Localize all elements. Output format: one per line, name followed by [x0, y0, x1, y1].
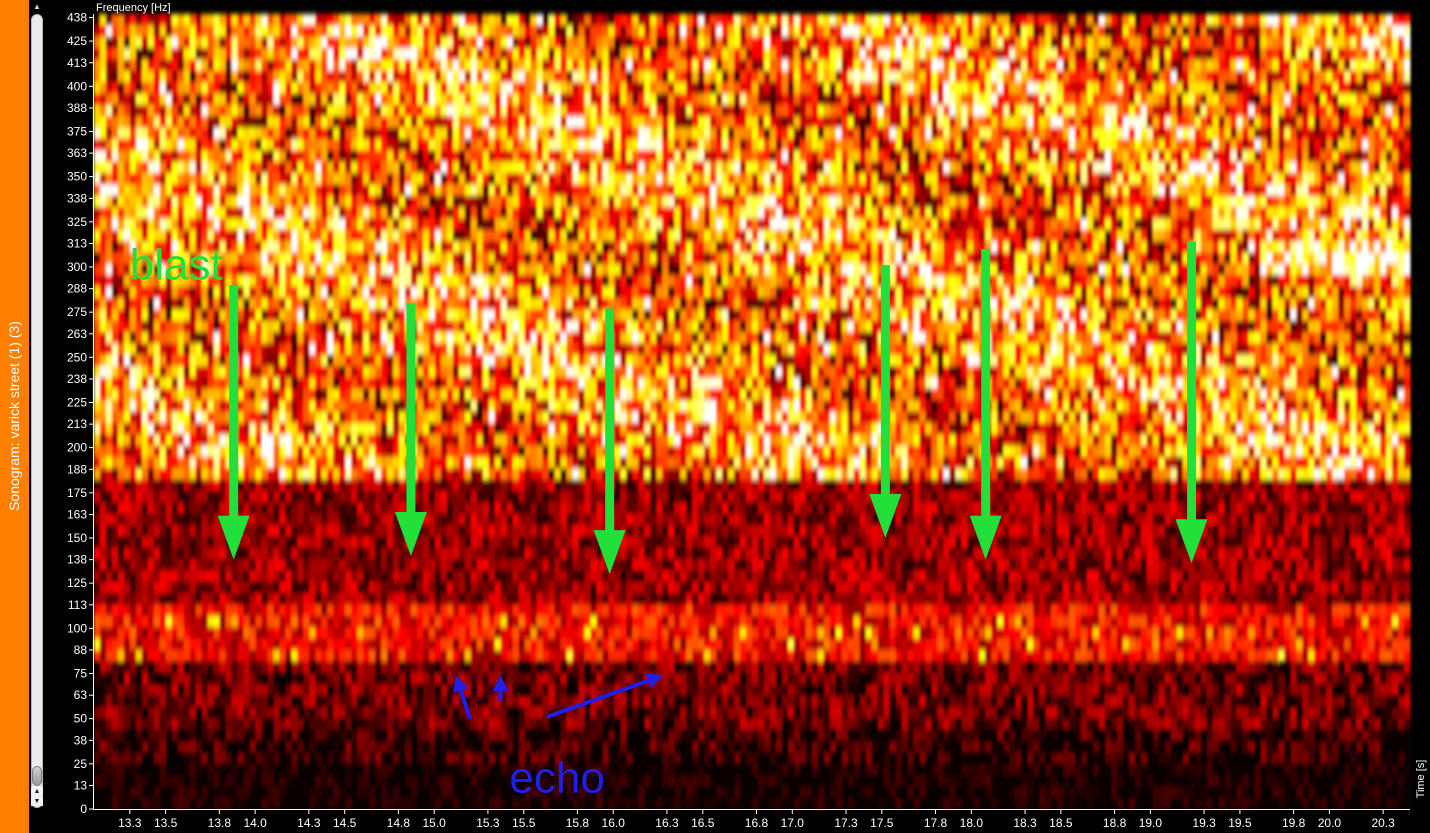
y-tick-label: 413: [67, 56, 87, 70]
x-tick-label: 17.8: [924, 816, 948, 830]
y-tick-label: 263: [67, 327, 87, 341]
x-tick-label: 16.3: [655, 816, 679, 830]
y-tick-label: 275: [67, 305, 87, 319]
echo-label: echo: [509, 753, 604, 802]
y-tick-label: 125: [67, 576, 87, 590]
x-tick-label: 13.5: [154, 816, 178, 830]
x-tick-label: 15.5: [512, 816, 536, 830]
sonogram-window: Sonogram: varick street (1) (3) ▲ ▲ ▼ bl…: [0, 0, 1430, 833]
x-tick-label: 16.5: [691, 816, 715, 830]
y-tick-label: 438: [67, 11, 87, 25]
y-tick-label: 300: [67, 260, 87, 274]
y-tick-label: 313: [67, 236, 87, 250]
y-tick-label: 75: [74, 666, 88, 680]
x-tick-label: 19.5: [1228, 816, 1252, 830]
y-tick-label: 425: [67, 34, 87, 48]
x-tick-label: 17.3: [834, 816, 858, 830]
y-tick-label: 225: [67, 395, 87, 409]
y-tick-label: 0: [80, 802, 87, 816]
y-tick-label: 138: [67, 553, 87, 567]
y-tick-label: 388: [67, 101, 87, 115]
x-tick-label: 19.0: [1139, 816, 1163, 830]
y-tick-label: 150: [67, 531, 87, 545]
y-tick-label: 325: [67, 215, 87, 229]
y-tick-label: 13: [74, 779, 88, 793]
y-tick-label: 188: [67, 462, 87, 476]
x-tick-label: 18.0: [960, 816, 984, 830]
y-tick-label: 288: [67, 282, 87, 296]
blast-label: blast: [130, 240, 223, 289]
x-tick-label: 18.3: [1013, 816, 1037, 830]
heatmap-cells: [94, 14, 1411, 810]
x-tick-label: 20.3: [1371, 816, 1395, 830]
x-tick-label: 15.8: [566, 816, 590, 830]
y-tick-label: 250: [67, 350, 87, 364]
x-tick-label: 14.5: [333, 816, 357, 830]
y-tick-label: 163: [67, 507, 87, 521]
x-tick-label: 16.0: [602, 816, 626, 830]
y-tick-label: 363: [67, 146, 87, 160]
x-tick-label: 15.3: [476, 816, 500, 830]
x-tick-label: 17.5: [870, 816, 894, 830]
y-tick-label: 113: [68, 598, 87, 612]
y-tick-label: 175: [67, 486, 87, 500]
x-axis-title: Time [s]: [1415, 760, 1427, 799]
y-tick-label: 338: [67, 191, 87, 205]
y-tick-label: 50: [74, 712, 88, 726]
x-tick-label: 15.0: [423, 816, 447, 830]
x-tick-label: 16.8: [745, 816, 769, 830]
y-tick-label: 100: [67, 621, 87, 635]
y-tick-label: 213: [67, 417, 87, 431]
x-tick-label: 17.0: [781, 816, 805, 830]
y-tick-label: 63: [74, 688, 88, 702]
x-tick-label: 18.8: [1103, 816, 1127, 830]
sonogram-chart[interactable]: blast echo 0 13 25 38 50 63 75 88 100 113 125 138 150…: [0, 0, 1430, 833]
x-tick-label: 19.3: [1192, 816, 1216, 830]
x-tick-label: 13.3: [118, 816, 142, 830]
x-tick-label: 13.8: [208, 816, 232, 830]
y-tick-label: 88: [74, 643, 88, 657]
y-tick-label: 238: [67, 372, 87, 386]
y-tick-label: 200: [67, 441, 87, 455]
y-tick-label: 25: [74, 757, 88, 771]
x-tick-label: 19.8: [1282, 816, 1306, 830]
x-tick-label: 14.0: [243, 816, 267, 830]
x-tick-label: 20.0: [1318, 816, 1342, 830]
y-tick-label: 350: [67, 170, 87, 184]
x-tick-label: 14.8: [387, 816, 411, 830]
y-tick-label: 38: [74, 733, 88, 747]
y-tick-label: 375: [67, 124, 87, 138]
x-tick-label: 18.5: [1049, 816, 1073, 830]
x-tick-label: 14.3: [297, 816, 321, 830]
y-tick-label: 400: [67, 79, 87, 93]
y-axis-title: Frequency [Hz]: [96, 2, 171, 14]
